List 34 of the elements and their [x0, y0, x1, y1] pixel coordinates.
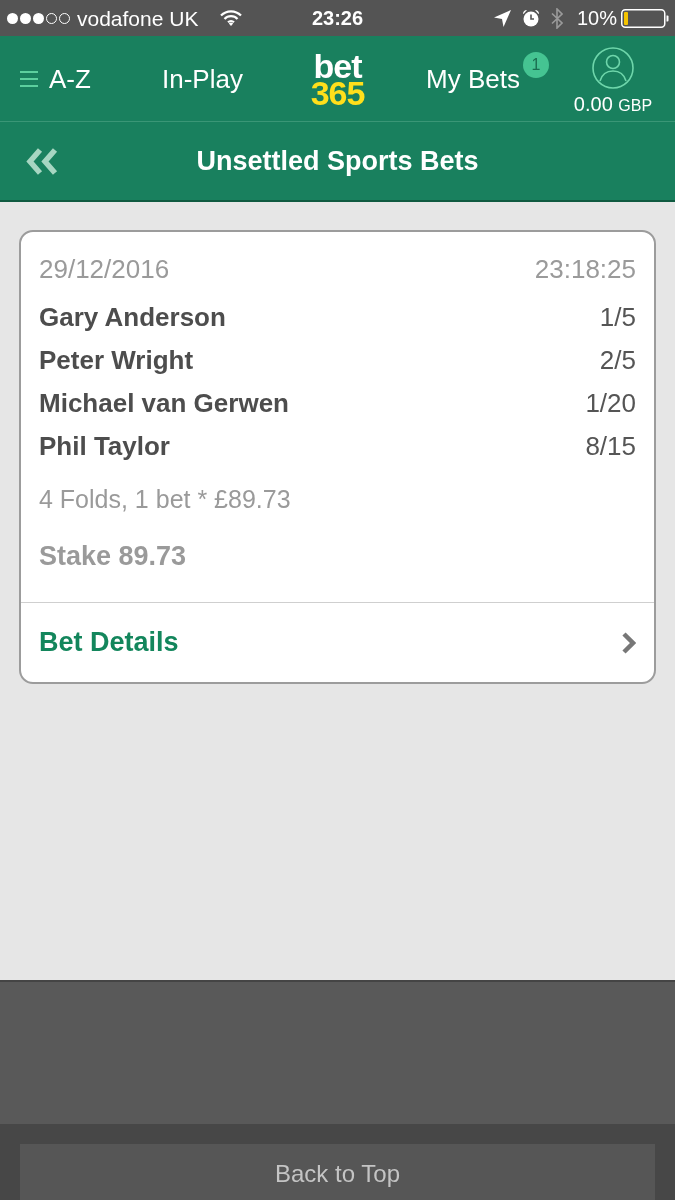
stake-amount: Stake 89.73	[39, 540, 187, 572]
battery-icon	[621, 8, 669, 28]
alarm-clock-icon	[521, 9, 540, 27]
logo-number[interactable]: 365	[310, 79, 365, 107]
double-chevron-left-icon	[26, 147, 59, 175]
selection-odds: 2/5	[599, 343, 636, 377]
selection-name: Michael van Gerwen	[39, 386, 289, 420]
account-button[interactable]: 0.00 GBP	[573, 47, 653, 114]
selection-odds: 1/20	[585, 386, 636, 420]
selection-odds: 1/5	[599, 300, 636, 334]
bet-time: 23:18:25	[534, 254, 636, 284]
selection-name: Phil Taylor	[39, 429, 170, 463]
back-to-top-button[interactable]: Back to Top	[20, 1144, 655, 1200]
bluetooth-icon	[550, 7, 563, 29]
clock-time: 23:26	[311, 8, 364, 28]
bet-summary: 4 Folds, 1 bet * £89.73	[39, 484, 291, 514]
carrier-name: vodafone UK	[77, 7, 199, 29]
selection-name: Peter Wright	[39, 343, 194, 377]
battery-percentage: 10%	[576, 8, 617, 28]
selection-odds: 8/15	[585, 429, 636, 463]
page-title: Unsettled Sports Bets	[196, 147, 479, 175]
logo-word[interactable]: bet	[313, 52, 362, 80]
menu-button[interactable]: A-Z	[20, 65, 91, 92]
selection-name: Gary Anderson	[39, 300, 226, 334]
menu-icon	[20, 70, 38, 87]
signal-strength-icon	[6, 11, 72, 25]
in-play-tab[interactable]: In-Play	[162, 65, 243, 92]
count-badge: 1	[522, 51, 549, 78]
location-arrow-icon	[493, 9, 511, 27]
bet-details-link[interactable]: Bet Details	[21, 603, 654, 682]
bet-date: 29/12/2016	[39, 254, 170, 284]
wifi-icon	[220, 10, 243, 26]
user-icon	[592, 47, 634, 89]
chevron-right-icon	[621, 631, 636, 654]
